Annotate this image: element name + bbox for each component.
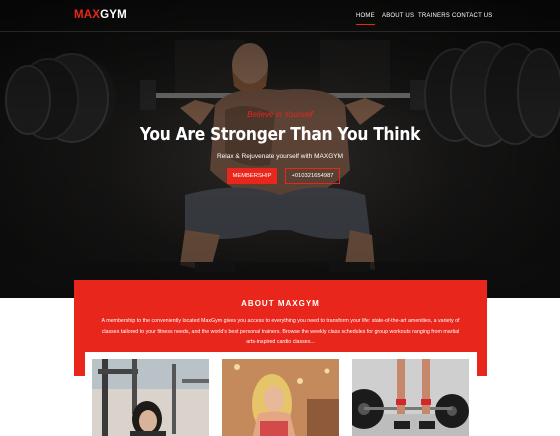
nav-item-contact-us[interactable]: CONTACT US	[452, 13, 492, 19]
about-text: A membership to the conveniently located…	[101, 318, 460, 345]
nav-item-about-us[interactable]: ABOUT US	[382, 13, 414, 19]
about-title: ABOUT MAXGYM	[241, 299, 320, 308]
top-navigation: MAXGYM HOME ABOUT US TRAINERS CONTACT US	[0, 0, 560, 32]
woman-machine-workout-photo	[92, 359, 209, 436]
page: MAXGYM HOME ABOUT US TRAINERS CONTACT US…	[0, 0, 560, 436]
logo-suffix: GYM	[100, 9, 127, 21]
hero-banner: MAXGYM HOME ABOUT US TRAINERS CONTACT US…	[0, 0, 560, 298]
hero-overlay	[0, 0, 560, 298]
nav-item-home[interactable]: HOME	[356, 13, 375, 25]
barbell-floor-legs-photo	[352, 359, 469, 436]
logo-prefix: MAX	[74, 9, 101, 21]
gallery-card-1[interactable]	[92, 359, 209, 436]
phone-button[interactable]: +010321654987	[285, 168, 340, 184]
hero-headline: You Are Stronger Than You Think	[139, 124, 421, 145]
nav-divider	[0, 31, 560, 32]
gallery-card-2[interactable]	[222, 359, 339, 436]
nav-item-trainers[interactable]: TRAINERS	[418, 13, 450, 19]
hero-subline: Relax & Rejuvenate yourself with MAXGYM	[216, 153, 344, 160]
gallery-card-3[interactable]	[352, 359, 469, 436]
woman-blonde-gym-photo	[222, 359, 339, 436]
hero-tagline: Believe in Yourself	[247, 110, 313, 119]
logo[interactable]: MAXGYM	[74, 9, 127, 21]
membership-button[interactable]: MEMBERSHIP	[227, 168, 277, 184]
